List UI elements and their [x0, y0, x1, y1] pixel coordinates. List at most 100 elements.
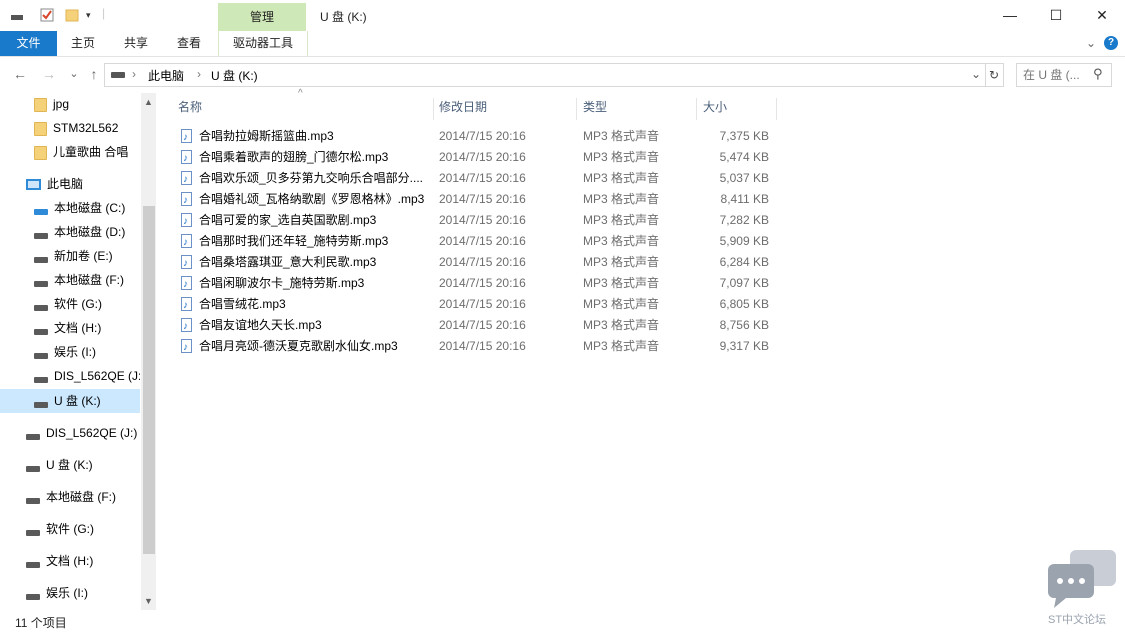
nav-drive-e[interactable]: 新加卷 (E:) [34, 245, 113, 267]
file-type: MP3 格式声音 [583, 129, 660, 143]
file-date: 2014/7/15 20:16 [439, 234, 526, 248]
new-folder-icon[interactable] [65, 8, 79, 22]
computer-icon [26, 179, 41, 191]
nav-folder-stm32l562[interactable]: STM32L562 [34, 117, 118, 139]
usb-drive-icon [26, 465, 40, 472]
drive-icon [34, 352, 48, 359]
address-dropdown-icon[interactable]: ⌄ [971, 67, 981, 81]
audio-file-icon [181, 211, 192, 232]
nav-drive-f[interactable]: 本地磁盘 (F:) [34, 269, 124, 291]
nav-root-drive-j[interactable]: DIS_L562QE (J:) [26, 422, 137, 444]
nav-root-drive-h[interactable]: 文档 (H:) [26, 550, 93, 572]
nav-root-drive-i[interactable]: 娱乐 (I:) [26, 582, 88, 604]
properties-icon[interactable] [40, 8, 54, 22]
file-type: MP3 格式声音 [583, 276, 660, 290]
audio-file-icon [181, 337, 192, 358]
status-bar [0, 610, 1125, 634]
file-row[interactable]: 合唱闲聊波尔卡_施特劳斯.mp3 2014/7/15 20:16 MP3 格式声… [177, 273, 777, 295]
nav-root-drive-k[interactable]: U 盘 (K:) [26, 454, 93, 476]
refresh-button[interactable]: ↻ [985, 63, 1004, 87]
usb-drive-icon [26, 433, 40, 440]
file-name: 合唱婚礼颂_瓦格纳歌剧《罗恩格林》.mp3 [199, 192, 425, 206]
file-row[interactable]: 合唱婚礼颂_瓦格纳歌剧《罗恩格林》.mp3 2014/7/15 20:16 MP… [177, 189, 777, 211]
file-type: MP3 格式声音 [583, 255, 660, 269]
file-row[interactable]: 合唱可爱的家_选自英国歌剧.mp3 2014/7/15 20:16 MP3 格式… [177, 210, 777, 232]
breadcrumb-this-pc[interactable]: 此电脑 [148, 67, 184, 84]
column-header-type[interactable]: 类型 [577, 98, 697, 120]
nav-drive-j[interactable]: DIS_L562QE (J:) [34, 365, 140, 387]
nav-scrollbar-thumb[interactable] [143, 206, 155, 554]
tab-share[interactable]: 共享 [115, 31, 157, 56]
file-name: 合唱乘着歌声的翅膀_门德尔松.mp3 [199, 150, 389, 164]
file-row[interactable]: 合唱桑塔露琪亚_意大利民歌.mp3 2014/7/15 20:16 MP3 格式… [177, 252, 777, 274]
drive-icon [34, 328, 48, 335]
drive-icon [34, 376, 48, 383]
tab-file[interactable]: 文件 [0, 31, 57, 56]
customize-quick-access-icon[interactable]: ▾ [86, 8, 100, 22]
file-row[interactable]: 合唱友谊地久天长.mp3 2014/7/15 20:16 MP3 格式声音 8,… [177, 315, 777, 337]
file-size: 7,282 KB [719, 213, 769, 227]
file-size: 7,375 KB [719, 129, 769, 143]
nav-drive-h[interactable]: 文档 (H:) [34, 317, 101, 339]
file-type: MP3 格式声音 [583, 339, 660, 353]
file-date: 2014/7/15 20:16 [439, 339, 526, 353]
file-row[interactable]: 合唱乘着歌声的翅膀_门德尔松.mp3 2014/7/15 20:16 MP3 格… [177, 147, 777, 169]
close-button[interactable]: ✕ [1079, 0, 1125, 31]
file-row[interactable]: 合唱欢乐颂_贝多芬第九交响乐合唱部分.... 2014/7/15 20:16 M… [177, 168, 777, 190]
nav-drive-d[interactable]: 本地磁盘 (D:) [34, 221, 125, 243]
column-header-size[interactable]: 大小 [697, 98, 777, 120]
tab-home[interactable]: 主页 [62, 31, 104, 56]
column-header-name[interactable]: 名称 [172, 98, 434, 120]
nav-root-drive-g[interactable]: 软件 (G:) [26, 518, 94, 540]
nav-this-pc[interactable]: 此电脑 [26, 173, 83, 195]
maximize-button[interactable]: ☐ [1033, 0, 1079, 31]
nav-drive-i[interactable]: 娱乐 (I:) [34, 341, 96, 363]
breadcrumb-separator: › [197, 67, 201, 81]
nav-drive-g[interactable]: 软件 (G:) [34, 293, 102, 315]
forward-button[interactable]: → [41, 66, 57, 82]
audio-file-icon [181, 274, 192, 295]
recent-locations-button[interactable]: ⌄ [66, 66, 82, 82]
help-icon[interactable]: ? [1104, 36, 1118, 50]
file-date: 2014/7/15 20:16 [439, 255, 526, 269]
breadcrumb-u-disk[interactable]: U 盘 (K:) [211, 67, 258, 84]
address-bar[interactable]: › 此电脑 › U 盘 (K:) ⌄ [104, 63, 986, 87]
drive-icon [34, 304, 48, 311]
back-button[interactable]: ← [12, 66, 28, 82]
nav-drive-k-selected[interactable]: U 盘 (K:) [34, 390, 101, 412]
scroll-up-icon[interactable]: ▲ [141, 95, 156, 110]
file-size: 5,037 KB [719, 171, 769, 185]
file-type: MP3 格式声音 [583, 171, 660, 185]
file-row[interactable]: 合唱雪绒花.mp3 2014/7/15 20:16 MP3 格式声音 6,805… [177, 294, 777, 316]
file-date: 2014/7/15 20:16 [439, 297, 526, 311]
file-name: 合唱桑塔露琪亚_意大利民歌.mp3 [199, 255, 377, 269]
nav-drive-c[interactable]: 本地磁盘 (C:) [34, 197, 125, 219]
nav-root-drive-f[interactable]: 本地磁盘 (F:) [26, 486, 116, 508]
file-row[interactable]: 合唱勃拉姆斯摇篮曲.mp3 2014/7/15 20:16 MP3 格式声音 7… [177, 126, 777, 148]
file-size: 5,909 KB [719, 234, 769, 248]
column-header-date[interactable]: 修改日期 [433, 98, 577, 120]
scroll-down-icon[interactable]: ▼ [141, 594, 156, 609]
file-name: 合唱可爱的家_选自英国歌剧.mp3 [199, 213, 377, 227]
drive-icon [26, 593, 40, 600]
file-type: MP3 格式声音 [583, 192, 660, 206]
file-type: MP3 格式声音 [583, 234, 660, 248]
file-name: 合唱那时我们还年轻_施特劳斯.mp3 [199, 234, 389, 248]
file-row[interactable]: 合唱那时我们还年轻_施特劳斯.mp3 2014/7/15 20:16 MP3 格… [177, 231, 777, 253]
file-date: 2014/7/15 20:16 [439, 276, 526, 290]
search-box[interactable]: ⚲ [1016, 63, 1112, 87]
search-input[interactable] [1023, 64, 1089, 86]
tab-manage[interactable]: 管理 [218, 3, 306, 31]
nav-folder-childrens-songs[interactable]: 儿童歌曲 合唱 [34, 141, 128, 163]
tab-view[interactable]: 查看 [168, 31, 210, 56]
collapse-ribbon-icon[interactable]: ⌄ [1086, 36, 1096, 50]
file-type: MP3 格式声音 [583, 297, 660, 311]
file-date: 2014/7/15 20:16 [439, 213, 526, 227]
file-date: 2014/7/15 20:16 [439, 150, 526, 164]
minimize-button[interactable]: — [987, 0, 1033, 31]
watermark-text: ST中文论坛 [1048, 614, 1107, 626]
tab-drive-tools[interactable]: 驱动器工具 [218, 31, 308, 56]
file-row[interactable]: 合唱月亮颂-德沃夏克歌剧水仙女.mp3 2014/7/15 20:16 MP3 … [177, 336, 777, 358]
up-button[interactable]: ↑ [86, 66, 102, 82]
nav-folder-jpg[interactable]: jpg [34, 93, 69, 115]
